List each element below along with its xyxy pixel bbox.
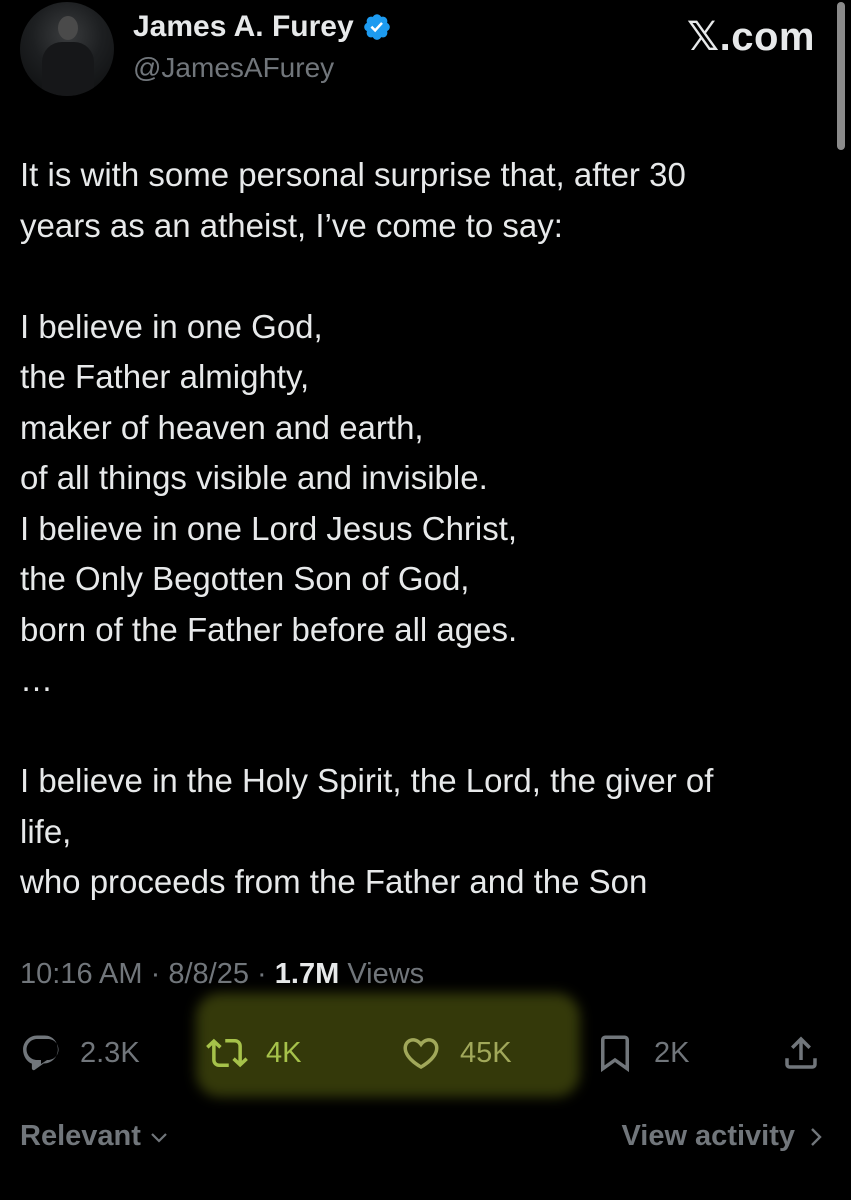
- author-display-name[interactable]: James A. Furey: [133, 10, 354, 44]
- tweet-text-line: the Only Begotten Son of God,: [20, 560, 470, 597]
- avatar[interactable]: [20, 2, 114, 96]
- share-button[interactable]: [780, 1022, 822, 1084]
- reply-count: 2.3K: [80, 1036, 140, 1069]
- sort-label: Relevant: [20, 1120, 141, 1152]
- bookmark-icon: [601, 1035, 629, 1073]
- share-icon: [785, 1036, 817, 1069]
- views-label: Views: [347, 958, 425, 990]
- tweet-text-line: I believe in one God,: [20, 307, 323, 345]
- meta-separator: ·: [257, 958, 267, 990]
- like-count: 45K: [460, 1036, 512, 1069]
- like-button[interactable]: 45K: [400, 1022, 512, 1084]
- bookmark-count: 2K: [654, 1036, 690, 1069]
- tweet-time[interactable]: 10:16 AM: [20, 958, 143, 990]
- tweet-text-line: It is with some personal surprise that, …: [20, 156, 686, 193]
- view-activity-link[interactable]: View activity: [621, 1120, 825, 1153]
- tweet-text-line: who proceeds from the Father and the Son: [20, 863, 648, 900]
- repost-button[interactable]: 4K: [206, 1022, 301, 1084]
- tweet-text-line: …: [20, 661, 53, 698]
- view-activity-label: View activity: [621, 1120, 795, 1152]
- action-bar: 2.3K 4K 45K 2K: [0, 1022, 851, 1084]
- tweet-text-line: I believe in one Lord Jesus Christ,: [20, 509, 518, 547]
- chevron-right-icon: [811, 1127, 822, 1146]
- reply-icon: [23, 1035, 59, 1071]
- chevron-down-icon: [151, 1132, 167, 1143]
- brand-watermark: 𝕏.com: [686, 15, 815, 59]
- verified-badge-icon: [363, 14, 390, 40]
- avatar-head: [58, 16, 78, 40]
- tweet-text-line: the Father almighty,: [20, 358, 310, 395]
- heart-icon: [403, 1038, 439, 1070]
- author-name-row[interactable]: James A. Furey: [133, 10, 392, 44]
- tweet-date[interactable]: 8/8/25: [168, 958, 249, 990]
- tweet-text-line: [20, 706, 800, 757]
- tweet-text-line: born of the Father before all ages.: [20, 610, 518, 648]
- tweet-text-line: life,: [20, 812, 72, 850]
- repost-count: 4K: [266, 1036, 302, 1069]
- author-handle[interactable]: @JamesAFurey: [133, 52, 334, 84]
- tweet-text: It is with some personal surprise that, …: [20, 150, 800, 908]
- meta-separator: ·: [150, 958, 161, 990]
- reply-button[interactable]: 2.3K: [20, 1022, 140, 1084]
- repost-icon: [206, 1038, 248, 1068]
- tweet-text-line: [20, 251, 800, 302]
- tweet-meta: 10:16 AM · 8/8/25 · 1.7M Views: [20, 958, 424, 991]
- tweet-text-line: I believe in the Holy Spirit, the Lord, …: [20, 762, 714, 799]
- views-count: 1.7M: [274, 958, 340, 990]
- scrollbar[interactable]: [837, 2, 845, 150]
- tweet-text-line: of all things visible and invisible.: [20, 459, 488, 496]
- tweet-text-line: maker of heaven and earth,: [20, 408, 424, 446]
- sort-replies-dropdown[interactable]: Relevant: [20, 1120, 169, 1153]
- bookmark-button[interactable]: 2K: [594, 1022, 689, 1084]
- tweet-text-line: years as an atheist, I’ve come to say:: [20, 206, 563, 244]
- avatar-body: [42, 42, 94, 96]
